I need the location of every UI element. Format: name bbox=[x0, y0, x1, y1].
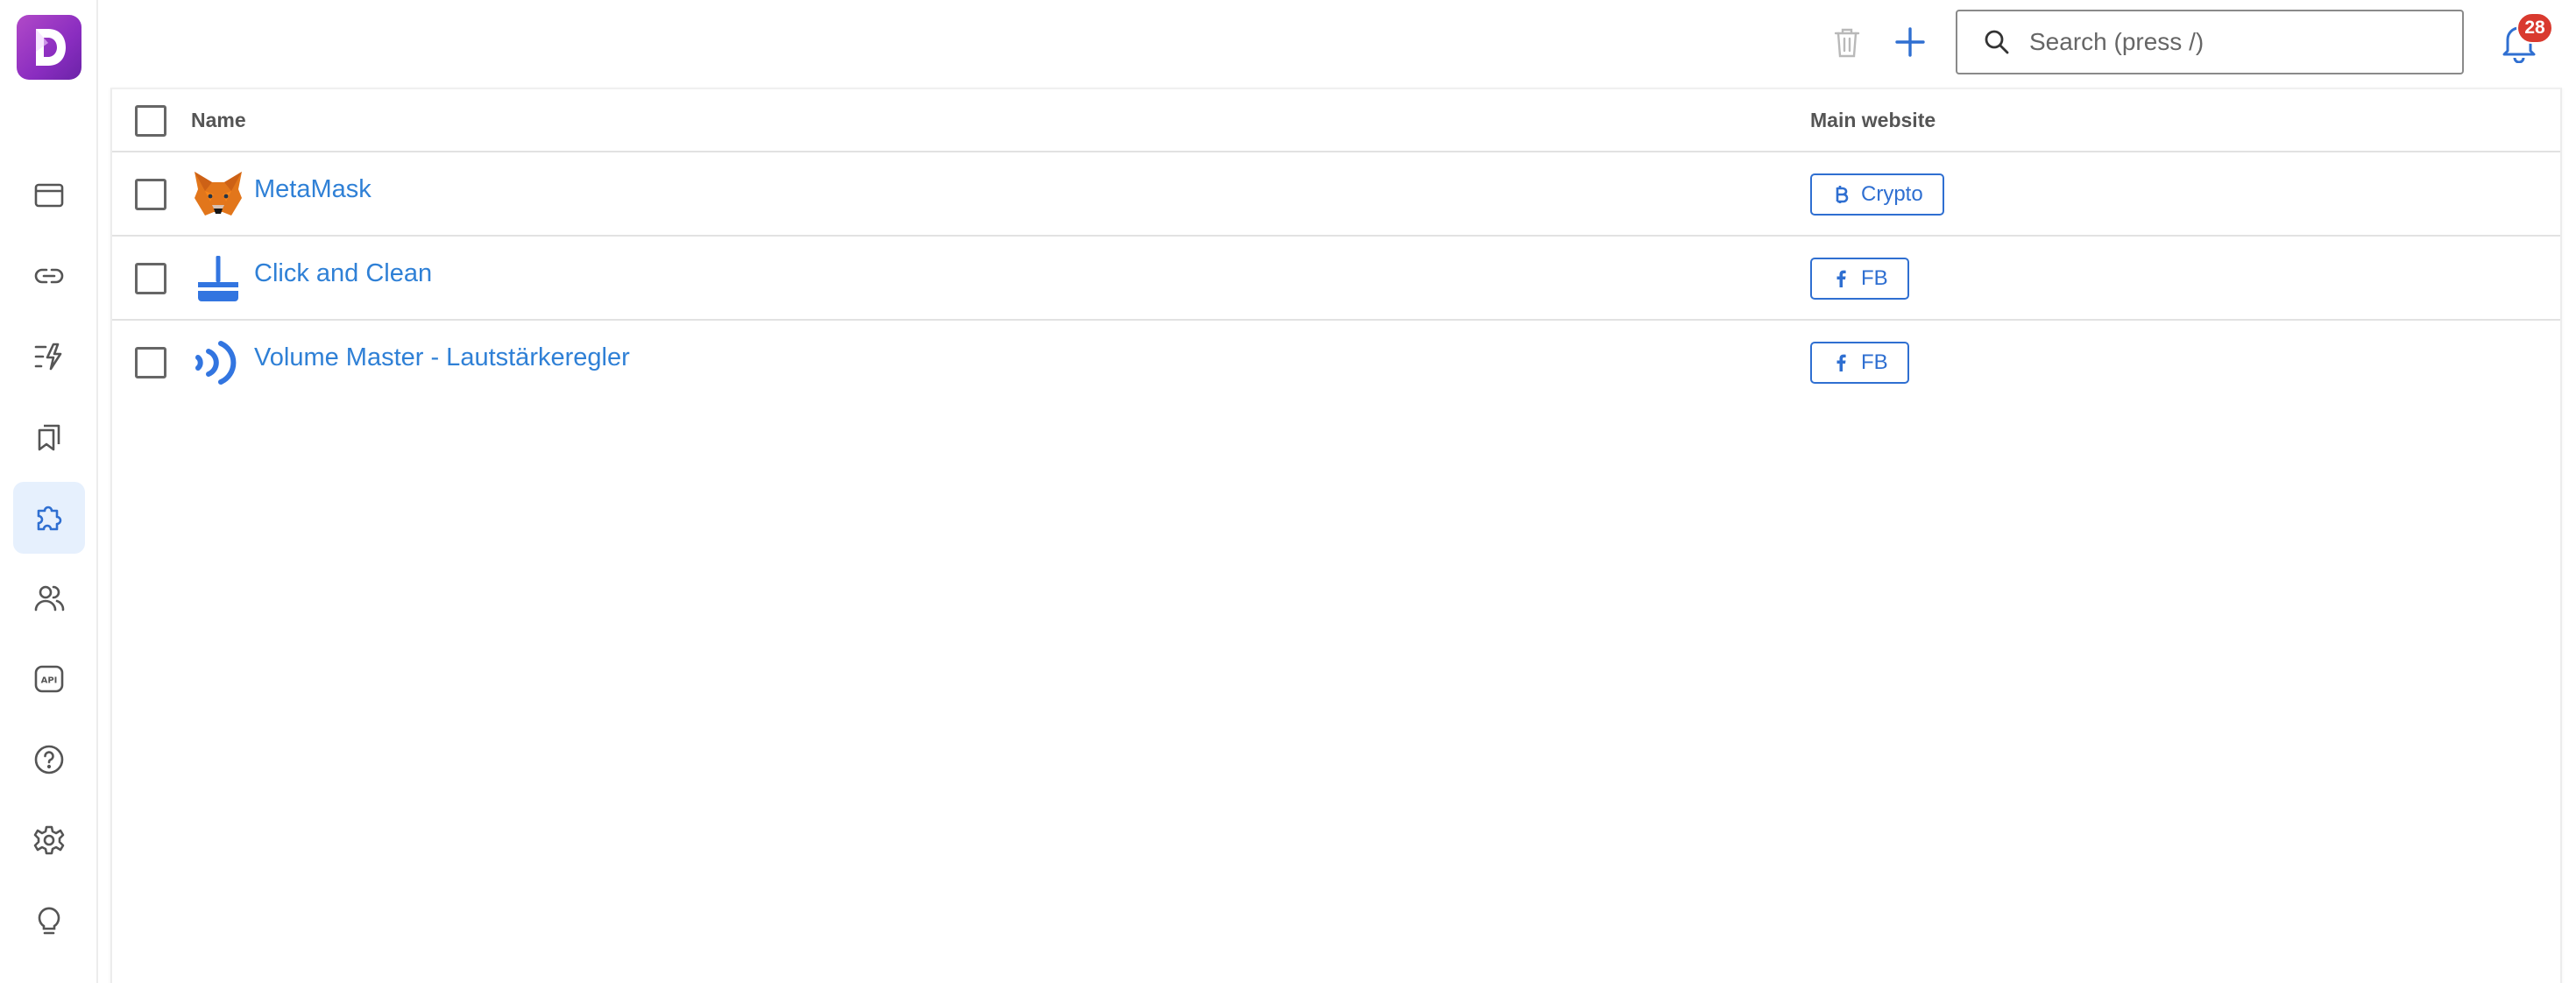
website-tag-crypto[interactable]: Crypto bbox=[1810, 173, 1944, 216]
website-tag-label: Crypto bbox=[1861, 182, 1923, 206]
extension-name-link[interactable]: Volume Master - Lautstärkeregler bbox=[254, 343, 630, 372]
column-header-main-website[interactable]: Main website bbox=[1810, 109, 1936, 132]
sidebar-item-proxies[interactable] bbox=[13, 240, 85, 312]
window-icon bbox=[34, 183, 64, 208]
sidebar-item-extensions[interactable] bbox=[13, 482, 85, 554]
select-all-checkbox[interactable] bbox=[135, 105, 166, 137]
website-tag-label: FB bbox=[1861, 350, 1888, 374]
plus-icon bbox=[1895, 27, 1925, 57]
lightbulb-icon bbox=[38, 907, 60, 935]
extension-name-link[interactable]: MetaMask bbox=[254, 175, 372, 204]
sidebar-item-team[interactable] bbox=[13, 562, 85, 634]
app-logo[interactable] bbox=[17, 15, 81, 80]
svg-text:API: API bbox=[41, 676, 58, 686]
table-header: Name Main website bbox=[112, 89, 2560, 152]
api-icon: API bbox=[34, 665, 64, 693]
website-tag-label: FB bbox=[1861, 266, 1888, 290]
logo-d-icon bbox=[36, 29, 66, 66]
row-checkbox[interactable] bbox=[135, 179, 166, 210]
sidebar-item-settings[interactable] bbox=[13, 804, 85, 876]
table-row[interactable]: Volume Master - Lautstärkeregler FB bbox=[112, 321, 2560, 405]
extension-name-link[interactable]: Click and Clean bbox=[254, 259, 432, 288]
delete-button[interactable] bbox=[1829, 23, 1865, 63]
table-row[interactable]: Click and Clean FB bbox=[112, 237, 2560, 321]
extensions-table: Name Main website MetaMask Crypto Click … bbox=[110, 88, 2562, 983]
lightning-list-icon bbox=[34, 343, 62, 371]
gear-icon bbox=[33, 825, 65, 855]
metamask-fox-icon bbox=[195, 172, 242, 216]
sidebar-item-tips[interactable] bbox=[13, 885, 85, 957]
website-tag-fb[interactable]: FB bbox=[1810, 342, 1909, 384]
trash-icon bbox=[1834, 28, 1860, 58]
users-icon bbox=[34, 585, 65, 612]
add-extension-button[interactable] bbox=[1891, 23, 1929, 61]
sidebar: API bbox=[0, 0, 98, 983]
bookmarks-icon bbox=[38, 424, 60, 451]
row-checkbox[interactable] bbox=[135, 263, 166, 294]
sidebar-item-help[interactable] bbox=[13, 724, 85, 796]
notification-badge: 28 bbox=[2516, 12, 2553, 44]
sidebar-item-bookmarks[interactable] bbox=[13, 401, 85, 473]
facebook-icon bbox=[1836, 270, 1846, 287]
link-icon bbox=[34, 268, 64, 284]
broom-icon bbox=[198, 256, 238, 301]
row-checkbox[interactable] bbox=[135, 347, 166, 378]
bitcoin-icon bbox=[1836, 186, 1849, 203]
facebook-icon bbox=[1836, 354, 1846, 371]
sidebar-item-api[interactable]: API bbox=[13, 643, 85, 715]
search-input[interactable] bbox=[2029, 28, 2450, 56]
sidebar-item-automation[interactable] bbox=[13, 321, 85, 392]
sound-waves-icon bbox=[195, 341, 237, 385]
search-box[interactable] bbox=[1956, 10, 2464, 74]
puzzle-icon bbox=[37, 506, 62, 531]
sidebar-item-browser-profiles[interactable] bbox=[13, 159, 85, 231]
table-row[interactable]: MetaMask Crypto bbox=[112, 152, 2560, 237]
website-tag-fb[interactable]: FB bbox=[1810, 258, 1909, 300]
question-icon bbox=[34, 745, 64, 774]
search-icon bbox=[1985, 30, 2009, 54]
column-header-name[interactable]: Name bbox=[191, 109, 246, 132]
